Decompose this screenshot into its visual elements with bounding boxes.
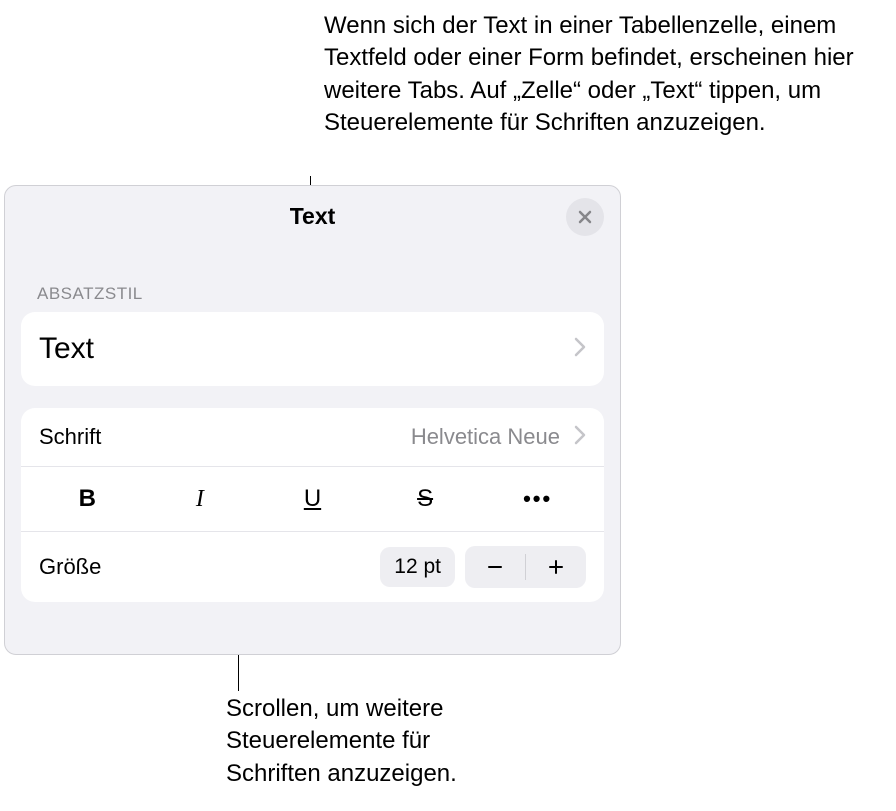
- size-decrement-button[interactable]: [465, 546, 525, 588]
- minus-icon: [486, 558, 504, 576]
- paragraph-style-card: Text: [21, 312, 604, 386]
- size-stepper: [465, 546, 586, 588]
- style-row: B I U S •••: [21, 467, 604, 532]
- panel-title: Text: [290, 203, 336, 230]
- size-value-button[interactable]: 12 pt: [380, 547, 455, 587]
- paragraph-style-label: Text: [39, 332, 94, 366]
- more-styles-button[interactable]: •••: [481, 479, 594, 519]
- section-label: ABSATZSTIL: [37, 284, 620, 304]
- panel-header: Text: [5, 186, 620, 246]
- callout-line: [238, 655, 239, 691]
- font-value-wrap: Helvetica Neue: [411, 424, 586, 450]
- chevron-right-icon: [574, 425, 586, 450]
- size-controls: 12 pt: [380, 546, 586, 588]
- plus-icon: [547, 558, 565, 576]
- font-card: Schrift Helvetica Neue B I U S ••• Größe…: [21, 408, 604, 602]
- font-value: Helvetica Neue: [411, 424, 560, 450]
- close-button[interactable]: [566, 198, 604, 236]
- annotation-top: Wenn sich der Text in einer Tabellenzell…: [324, 10, 884, 140]
- bold-button[interactable]: B: [31, 479, 144, 519]
- font-label: Schrift: [39, 424, 101, 450]
- italic-button[interactable]: I: [144, 479, 257, 519]
- size-row: Größe 12 pt: [21, 532, 604, 602]
- paragraph-style-row[interactable]: Text: [21, 312, 604, 386]
- strikethrough-button[interactable]: S: [369, 479, 482, 519]
- size-increment-button[interactable]: [526, 546, 586, 588]
- annotation-bottom: Scrollen, um weitere Steuerelemente für …: [226, 693, 526, 790]
- underline-button[interactable]: U: [256, 479, 369, 519]
- close-icon: [577, 209, 593, 225]
- chevron-right-icon: [574, 337, 586, 362]
- size-label: Größe: [39, 554, 101, 580]
- font-row[interactable]: Schrift Helvetica Neue: [21, 408, 604, 467]
- text-panel: Text ABSATZSTIL Text Schrift Helvetica N…: [4, 185, 621, 655]
